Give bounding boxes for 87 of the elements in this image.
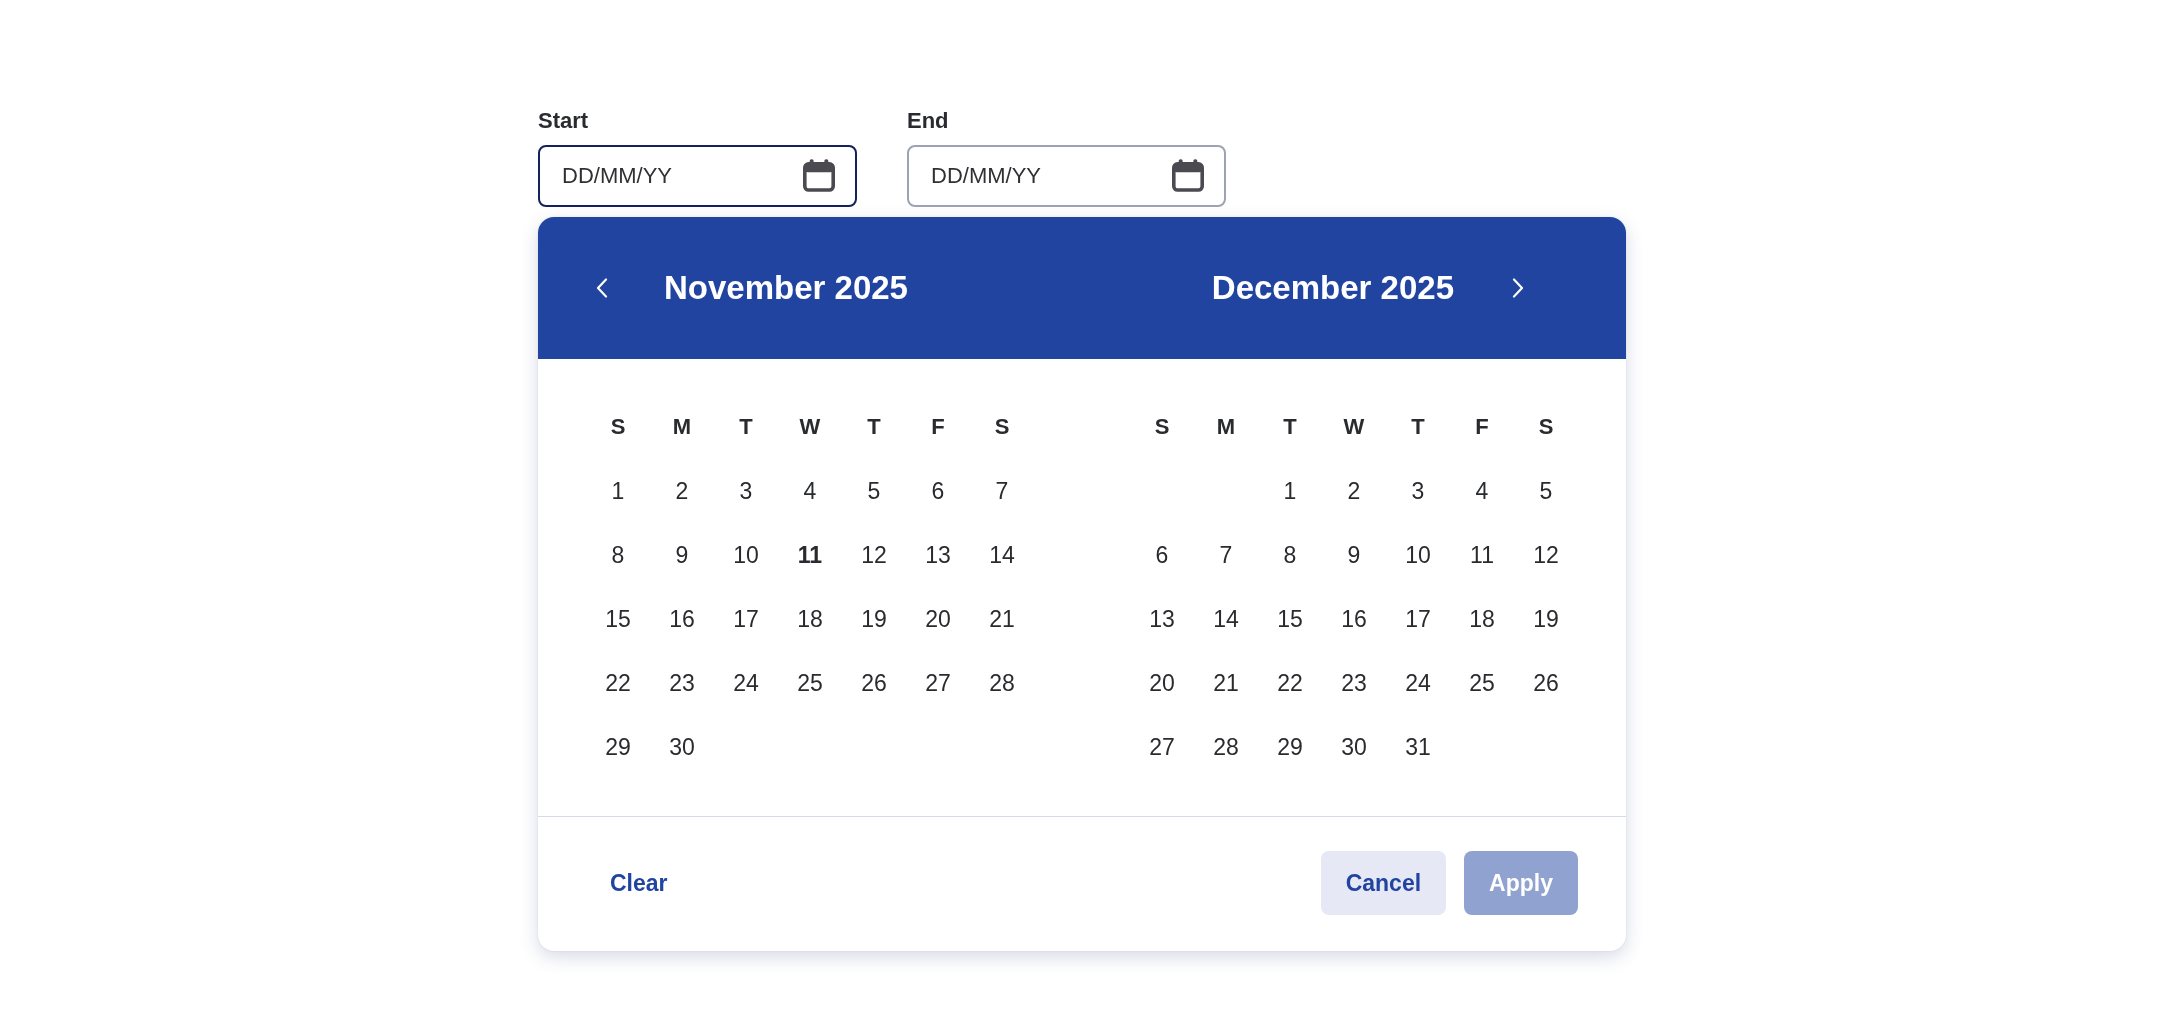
day-button[interactable]: 8 xyxy=(1258,523,1322,587)
calendar-icon[interactable] xyxy=(1172,159,1204,192)
day-button[interactable]: 2 xyxy=(1322,459,1386,523)
day-button[interactable]: 23 xyxy=(650,651,714,715)
day-button[interactable]: 29 xyxy=(1258,715,1322,779)
field-label: End xyxy=(907,107,949,135)
day-button[interactable]: 9 xyxy=(650,523,714,587)
day-button[interactable]: 13 xyxy=(1130,587,1194,651)
day-button[interactable]: 28 xyxy=(970,651,1034,715)
day-button[interactable]: 30 xyxy=(1322,715,1386,779)
date-field[interactable]: DD/MM/YY xyxy=(538,145,857,207)
day-button[interactable]: 9 xyxy=(1322,523,1386,587)
day-button[interactable]: 7 xyxy=(1194,523,1258,587)
clear-button[interactable]: Clear xyxy=(586,851,692,915)
day-button[interactable]: 14 xyxy=(970,523,1034,587)
day-button[interactable]: 26 xyxy=(842,651,906,715)
day-button[interactable]: 11 xyxy=(1450,523,1514,587)
field-label: Start xyxy=(538,107,589,135)
weekday-label: T xyxy=(1282,413,1298,441)
day-button[interactable]: 20 xyxy=(906,587,970,651)
cancel-button[interactable]: Cancel xyxy=(1320,851,1447,915)
chevron-right-icon xyxy=(1512,278,1524,298)
weekday-label: S xyxy=(993,413,1011,441)
day-button[interactable]: 22 xyxy=(586,651,650,715)
day-button[interactable]: 23 xyxy=(1322,651,1386,715)
calendar-icon[interactable] xyxy=(803,159,835,192)
day-button[interactable]: 17 xyxy=(1386,587,1450,651)
weekday-label: M xyxy=(671,413,693,441)
weekday-label: T xyxy=(866,413,882,441)
day-button[interactable]: 30 xyxy=(650,715,714,779)
day-button[interactable]: 12 xyxy=(1514,523,1578,587)
day-button[interactable]: 31 xyxy=(1386,715,1450,779)
weekday-label: W xyxy=(798,413,822,441)
day-button[interactable]: 21 xyxy=(970,587,1034,651)
day-button[interactable]: 14 xyxy=(1194,587,1258,651)
weekday-label: F xyxy=(1474,413,1490,441)
day-button[interactable]: 29 xyxy=(586,715,650,779)
day-button[interactable]: 27 xyxy=(906,651,970,715)
weekday-label: S xyxy=(1153,413,1171,441)
month-title: November 2025 xyxy=(664,269,908,307)
day-button[interactable]: 21 xyxy=(1194,651,1258,715)
day-button[interactable]: 8 xyxy=(586,523,650,587)
day-button[interactable]: 27 xyxy=(1130,715,1194,779)
day-button[interactable]: 25 xyxy=(778,651,842,715)
day-button[interactable]: 13 xyxy=(906,523,970,587)
day-button[interactable]: 4 xyxy=(778,459,842,523)
day-button[interactable]: 20 xyxy=(1130,651,1194,715)
weekday-label: S xyxy=(609,413,627,441)
weekday-label: W xyxy=(1342,413,1366,441)
day-button[interactable]: 24 xyxy=(714,651,778,715)
weekday-label: T xyxy=(738,413,754,441)
day-button[interactable]: 26 xyxy=(1514,651,1578,715)
day-button[interactable]: 11 xyxy=(778,523,842,587)
weekday-label: S xyxy=(1537,413,1555,441)
weekday-label: T xyxy=(1410,413,1426,441)
day-button[interactable]: 22 xyxy=(1258,651,1322,715)
day-button[interactable]: 19 xyxy=(1514,587,1578,651)
day-button[interactable]: 24 xyxy=(1386,651,1450,715)
day-button[interactable]: 6 xyxy=(1130,523,1194,587)
day-button[interactable]: 6 xyxy=(906,459,970,523)
day-button[interactable]: 10 xyxy=(1386,523,1450,587)
day-button[interactable]: 15 xyxy=(1258,587,1322,651)
weekday-label: M xyxy=(1215,413,1237,441)
day-button[interactable]: 3 xyxy=(714,459,778,523)
day-button[interactable]: 25 xyxy=(1450,651,1514,715)
day-button[interactable]: 5 xyxy=(842,459,906,523)
day-button[interactable]: 18 xyxy=(1450,587,1514,651)
day-button[interactable]: 18 xyxy=(778,587,842,651)
day-button[interactable]: 17 xyxy=(714,587,778,651)
day-button[interactable]: 5 xyxy=(1514,459,1578,523)
date-field[interactable]: DD/MM/YY xyxy=(907,145,1226,207)
day-button[interactable]: 12 xyxy=(842,523,906,587)
day-button[interactable]: 10 xyxy=(714,523,778,587)
month-title: December 2025 xyxy=(1211,269,1454,307)
day-button[interactable]: 16 xyxy=(650,587,714,651)
day-button[interactable]: 28 xyxy=(1194,715,1258,779)
day-button[interactable]: 1 xyxy=(1258,459,1322,523)
day-button[interactable]: 7 xyxy=(970,459,1034,523)
weekday-label: F xyxy=(930,413,946,441)
day-button[interactable]: 2 xyxy=(650,459,714,523)
day-button[interactable]: 16 xyxy=(1322,587,1386,651)
chevron-left-icon xyxy=(596,278,608,298)
day-button[interactable]: 15 xyxy=(586,587,650,651)
day-button[interactable]: 19 xyxy=(842,587,906,651)
day-button[interactable]: 3 xyxy=(1386,459,1450,523)
day-button[interactable]: 1 xyxy=(586,459,650,523)
day-button[interactable]: 4 xyxy=(1450,459,1514,523)
